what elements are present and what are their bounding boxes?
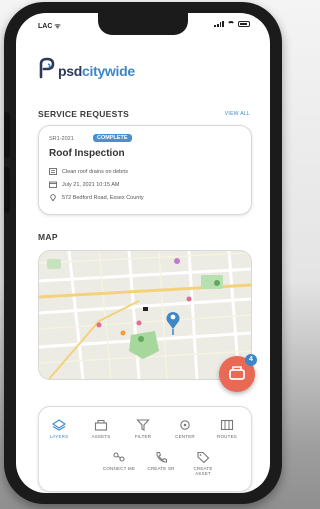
center-icon: [180, 420, 190, 430]
poi-marker: [174, 258, 180, 264]
request-address: 572 Bedford Road, Essex County: [62, 194, 144, 201]
poi-marker: [120, 330, 126, 336]
logo-citywide-text: citywide: [82, 63, 135, 79]
logo-psd-text: psd: [58, 63, 82, 79]
signal-icon: [214, 21, 224, 27]
filter-button[interactable]: FILTER: [125, 419, 161, 439]
create-sr-label: CREATE SR: [147, 466, 175, 471]
battery-icon: [238, 21, 250, 27]
wifi-icon: [227, 21, 235, 27]
app-logo: psdcitywide: [38, 57, 135, 79]
volume-button-lower: [4, 167, 10, 213]
center-button[interactable]: CENTER: [167, 419, 203, 439]
poi-marker: [214, 280, 220, 286]
service-requests-heading: SERVICE REQUESTS: [38, 109, 130, 119]
calendar-icon: [49, 181, 57, 188]
filter-icon: [136, 419, 150, 431]
assets-icon: [94, 419, 108, 431]
view-all-link[interactable]: VIEW ALL: [225, 111, 250, 117]
request-description-row: Clean roof drains on debris: [49, 168, 128, 175]
carrier-label: LAC ᯤ: [38, 23, 61, 30]
layers-label: LAYERS: [49, 434, 69, 439]
request-date-row: July 21, 2021 10:15 AM: [49, 181, 119, 188]
poi-marker: [138, 336, 144, 342]
volume-button: [4, 112, 10, 158]
camera-notch: [98, 13, 188, 35]
service-request-card[interactable]: SR1-2021 COMPLETE Roof Inspection Clean …: [38, 125, 252, 215]
layers-icon: [52, 419, 66, 431]
floating-action-button[interactable]: 4: [219, 354, 257, 392]
routes-button[interactable]: ROUTES: [209, 419, 245, 439]
bottom-toolbar: LAYERS ASSETS FILTER CENTER ROUTES CONNE…: [38, 406, 252, 492]
poi-marker: [96, 322, 102, 328]
request-date: July 21, 2021 10:15 AM: [62, 181, 120, 188]
fab-count-badge: 4: [245, 354, 257, 366]
poi-marker: [186, 296, 192, 302]
assets-label: ASSETS: [91, 434, 111, 439]
phone-frame: LAC ᯤ psdcitywide SERVICE REQUESTS VIEW …: [4, 2, 282, 504]
request-address-row: 572 Bedford Road, Essex County: [49, 194, 144, 201]
psd-logo-icon: [39, 57, 55, 79]
routes-label: ROUTES: [217, 434, 237, 439]
routes-icon: [220, 419, 234, 431]
list-icon: [49, 168, 57, 175]
map-heading: MAP: [38, 232, 58, 242]
assets-button[interactable]: ASSETS: [83, 419, 119, 439]
create-asset-label: CREATE ASSET: [193, 466, 213, 476]
request-title: Roof Inspection: [49, 148, 125, 159]
connect-me-button[interactable]: CONNECT ME: [101, 451, 137, 471]
create-sr-button[interactable]: CREATE SR: [143, 451, 179, 471]
tag-icon: [197, 451, 210, 463]
layers-button[interactable]: LAYERS: [41, 419, 77, 439]
connect-me-label: CONNECT ME: [102, 466, 136, 471]
create-asset-button[interactable]: CREATE ASSET: [185, 451, 221, 476]
request-description: Clean roof drains on debris: [62, 168, 129, 175]
app-screen: LAC ᯤ psdcitywide SERVICE REQUESTS VIEW …: [16, 13, 270, 493]
location-icon: [50, 194, 56, 201]
status-badge: COMPLETE: [93, 134, 132, 142]
request-id: SR1-2021: [49, 136, 74, 142]
transit-marker: [143, 307, 148, 311]
status-icons: [214, 21, 250, 27]
poi-marker: [136, 320, 142, 326]
connect-icon: [113, 452, 125, 462]
filter-label: FILTER: [134, 434, 152, 439]
center-label: CENTER: [175, 434, 195, 439]
phone-icon: [156, 452, 167, 463]
